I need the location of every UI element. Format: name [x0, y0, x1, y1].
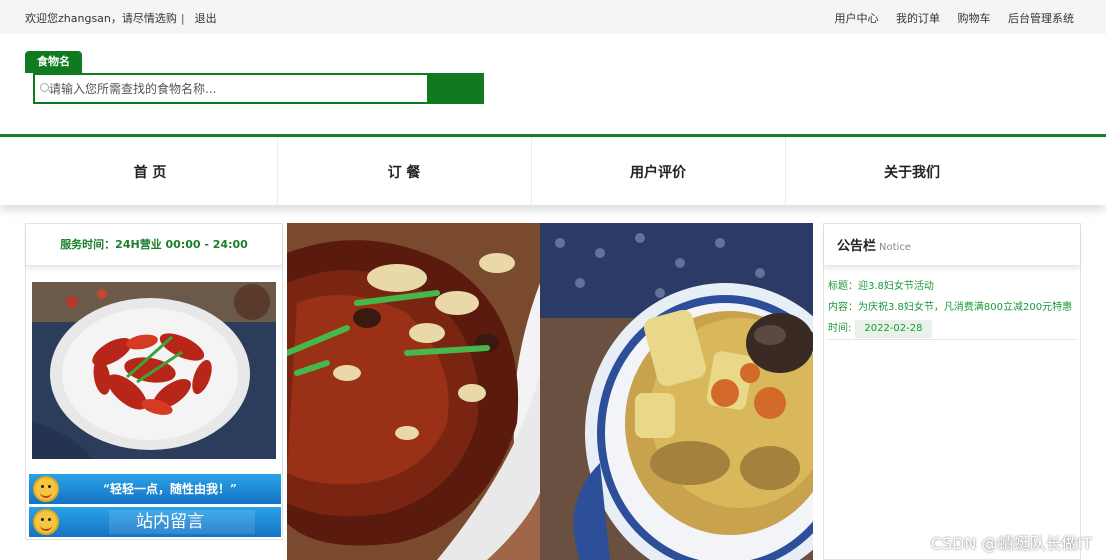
nav-order[interactable]: 订 餐 [277, 137, 531, 205]
notice-date-label: 时间: [828, 323, 852, 334]
search-button[interactable] [428, 73, 484, 104]
nav-about[interactable]: 关于我们 [785, 137, 1039, 205]
search-category-tab[interactable]: 食物名 [25, 51, 82, 73]
notice-content: 内容：为庆祝3.8妇女节，凡消费满800立减200元特惠 [828, 302, 1073, 313]
notice-subject: 标题：迎3.8妇女节活动 [828, 281, 934, 292]
notice-title-en: Notice [879, 242, 911, 253]
search-icon [40, 83, 49, 92]
top-bar: 欢迎您zhangsan，请尽情选购 | 退出 用户中心 我的订单 购物车 后台管理系… [0, 0, 1106, 34]
logout-link[interactable]: 退出 [195, 12, 217, 25]
nav-home[interactable]: 首 页 [23, 137, 277, 205]
notice-date: 2022-02-28 [855, 320, 932, 338]
welcome-area: 欢迎您zhangsan，请尽情选购 | 退出 [25, 10, 217, 26]
notice-header: 公告栏 Notice [824, 224, 1080, 266]
message-board-text: 站内留言 [136, 512, 204, 532]
nav-reviews[interactable]: 用户评价 [531, 137, 785, 205]
welcome-text: 欢迎您zhangsan，请尽情选购 [25, 12, 177, 25]
service-hours: 服务时间：24H营业 00:00 - 24:00 [26, 224, 282, 266]
welcome-separator: | [180, 12, 185, 25]
search-input[interactable] [49, 78, 419, 100]
slogan-banner[interactable]: “轻轻一点，随性由我！” [29, 474, 281, 504]
notice-date-row: 时间: 2022-02-28 [828, 318, 1076, 340]
notice-board: 公告栏 Notice 标题：迎3.8妇女节活动 内容：为庆祝3.8妇女节，凡消费满… [823, 223, 1081, 560]
message-board-banner[interactable]: 站内留言 [29, 507, 281, 537]
slogan-text: “轻轻一点，随性由我！” [103, 482, 237, 496]
main-nav: 首 页 订 餐 用户评价 关于我们 [0, 137, 1106, 205]
my-orders-link[interactable]: 我的订单 [896, 12, 940, 25]
admin-link[interactable]: 后台管理系统 [1008, 12, 1074, 25]
notice-title: 公告栏 [837, 239, 877, 254]
cart-link[interactable]: 购物车 [958, 12, 991, 25]
braised-fish-image[interactable] [287, 223, 540, 560]
notice-item[interactable]: 标题：迎3.8妇女节活动 内容：为庆祝3.8妇女节，凡消费满800立减200元特… [824, 266, 1080, 340]
search-box [33, 73, 429, 104]
crayfish-image[interactable] [32, 282, 276, 459]
soup-pot-image[interactable] [540, 223, 813, 560]
user-links: 用户中心 我的订单 购物车 后台管理系统 [821, 10, 1075, 26]
service-panel: 服务时间：24H营业 00:00 - 24:00 “轻轻一点，随性由我！” 站内… [25, 223, 283, 540]
user-center-link[interactable]: 用户中心 [835, 12, 879, 25]
watermark: CSDN @蜻蜓队长做IT [930, 534, 1092, 553]
